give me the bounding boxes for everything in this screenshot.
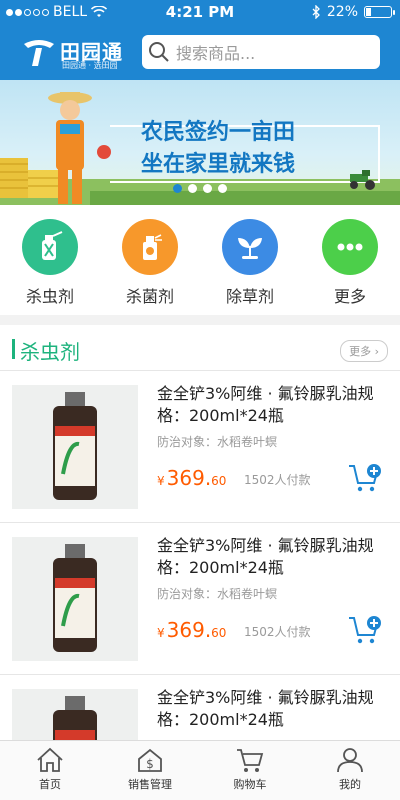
status-right: 22% — [311, 4, 395, 20]
product-name: 金全铲3%阿维 · 氟铃脲乳油规格：200ml*24瓶 — [157, 688, 374, 729]
bluetooth-icon — [312, 5, 320, 19]
tab-mine[interactable]: 我的 — [310, 747, 390, 800]
sales-icon: $ — [138, 748, 162, 772]
price-integer: 369. — [166, 618, 212, 642]
product-name: 金全铲3%阿维 · 氟铃脲乳油规格：200ml*24瓶 — [157, 384, 374, 425]
more-label: 更多 — [349, 345, 372, 358]
promo-banner[interactable]: 农民签约一亩田 坐在家里就来钱 — [0, 80, 400, 205]
pager-dot[interactable] — [218, 184, 227, 193]
category-label: 杀菌剂 — [125, 287, 174, 306]
app-root: BELL 4:21 PM 22% 田园通 田园通 · 选田园 搜索商品... 农… — [0, 0, 400, 800]
status-bar: BELL 4:21 PM 22% — [0, 0, 400, 24]
cart-icon — [237, 749, 264, 772]
product-target: 防治对象：水稻卷叶螟 — [157, 435, 278, 449]
section-header: 杀虫剂 更多 › — [0, 325, 400, 371]
price-decimal: 60 — [211, 626, 227, 640]
banner-line-2: 坐在家里就来钱 — [141, 152, 296, 177]
product-image — [12, 385, 138, 509]
section-title: 杀虫剂 — [20, 340, 80, 364]
price-currency: ¥ — [157, 626, 165, 640]
search-icon — [149, 42, 169, 62]
tab-label: 首页 — [39, 778, 61, 791]
category-insecticide[interactable]: 杀虫剂 — [10, 219, 90, 315]
add-to-cart-icon[interactable] — [348, 615, 382, 645]
pesticide-bottle-icon — [53, 544, 97, 652]
insecticide-icon — [22, 219, 78, 275]
svg-text:$: $ — [146, 757, 154, 771]
price-integer: 369. — [166, 466, 212, 490]
banner-pager — [0, 184, 400, 193]
product-target: 防治对象：水稻卷叶螟 — [157, 587, 278, 601]
category-more[interactable]: 更多 — [310, 219, 390, 315]
category-herbicide[interactable]: 除草剂 — [210, 219, 290, 315]
tab-sales-management[interactable]: $ 销售管理 — [110, 747, 190, 800]
category-label: 除草剂 — [225, 287, 274, 306]
search-placeholder: 搜索商品... — [176, 44, 256, 63]
search-input[interactable]: 搜索商品... — [142, 35, 380, 69]
pesticide-bottle-icon — [53, 392, 97, 500]
product-name: 金全铲3%阿维 · 氟铃脲乳油规格：200ml*24瓶 — [157, 536, 374, 577]
tab-home[interactable]: 首页 — [10, 747, 90, 800]
user-icon — [337, 748, 363, 773]
pager-dot[interactable] — [188, 184, 197, 193]
section-accent-bar — [12, 339, 15, 359]
tab-cart[interactable]: 购物车 — [210, 747, 290, 800]
fungicide-icon — [122, 219, 178, 275]
section-more-button[interactable]: 更多 › — [340, 340, 388, 362]
product-sales: 1502人付款 — [244, 625, 311, 639]
product-card[interactable]: 金全铲3%阿维 · 氟铃脲乳油规格：200ml*24瓶 防治对象：水稻卷叶螟 ¥… — [0, 523, 400, 675]
product-sales: 1502人付款 — [244, 473, 311, 487]
category-grid: 杀虫剂 杀菌剂 除草剂 更多 — [0, 205, 400, 315]
logo-mark-icon — [24, 40, 54, 66]
product-price: ¥ 369. 60 — [157, 618, 226, 642]
header: BELL 4:21 PM 22% 田园通 田园通 · 选田园 搜索商品... — [0, 0, 400, 80]
price-currency: ¥ — [157, 474, 165, 488]
battery-icon — [364, 6, 395, 18]
pager-dot[interactable] — [173, 184, 182, 193]
insecticide-section: 杀虫剂 更多 › 金全铲3%阿维 · 氟铃脲乳油规格：200ml*24瓶 防治对… — [0, 325, 400, 800]
category-label: 更多 — [333, 287, 366, 306]
category-label: 杀虫剂 — [25, 287, 74, 306]
tab-bar: 首页 $ 销售管理 购物车 我的 — [0, 740, 400, 800]
herbicide-icon — [222, 219, 278, 275]
pager-dot[interactable] — [203, 184, 212, 193]
home-icon — [37, 747, 63, 772]
tab-label: 销售管理 — [128, 778, 172, 791]
product-card[interactable]: 金全铲3%阿维 · 氟铃脲乳油规格：200ml*24瓶 防治对象：水稻卷叶螟 ¥… — [0, 371, 400, 523]
tab-label: 购物车 — [233, 778, 267, 791]
category-fungicide[interactable]: 杀菌剂 — [110, 219, 190, 315]
product-price: ¥ 369. 60 — [157, 466, 226, 490]
banner-field-dark — [90, 191, 400, 205]
product-image — [12, 537, 138, 661]
price-decimal: 60 — [211, 474, 227, 488]
tab-label: 我的 — [339, 778, 361, 791]
brand-subtitle: 田园通 · 选田园 — [62, 61, 118, 70]
banner-line-1: 农民签约一亩田 — [141, 120, 296, 145]
app-logo: 田园通 田园通 · 选田园 — [22, 36, 132, 70]
battery-percent: 22% — [326, 4, 358, 20]
more-icon — [322, 219, 378, 275]
add-to-cart-icon[interactable] — [348, 463, 382, 493]
